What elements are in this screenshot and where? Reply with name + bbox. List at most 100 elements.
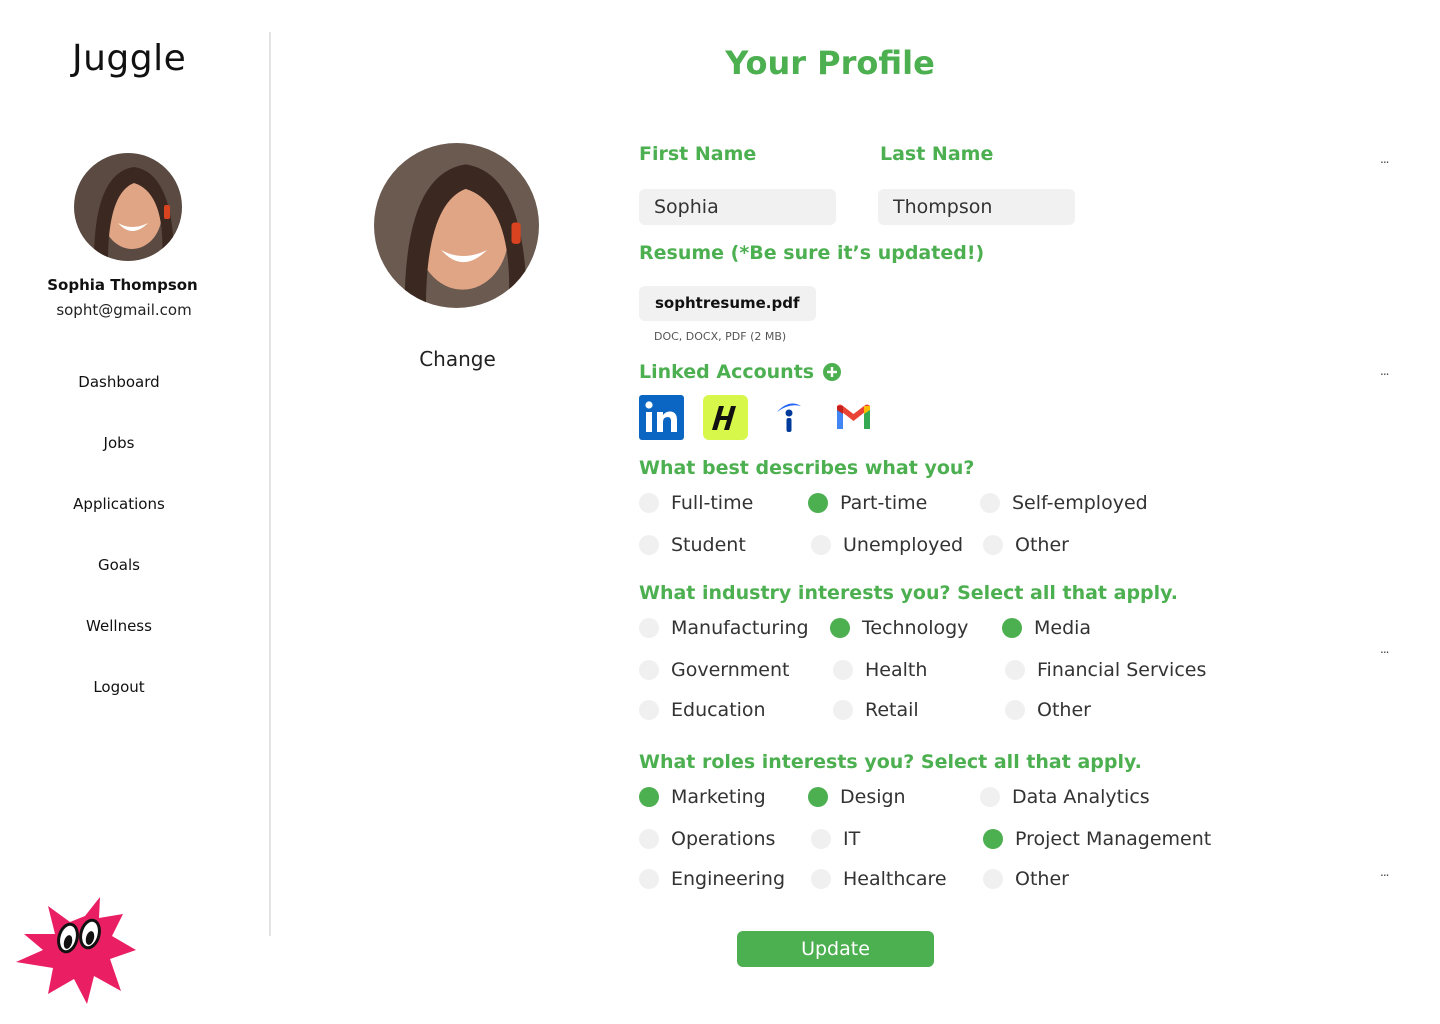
checkbox-icon <box>639 700 659 720</box>
user-name: Sophia Thompson <box>47 276 198 294</box>
radio-icon <box>639 535 659 555</box>
employment-option[interactable]: Part-time <box>808 492 927 514</box>
change-photo-button[interactable]: Change <box>380 347 535 371</box>
industry-option[interactable]: Technology <box>830 617 968 639</box>
role-option[interactable]: Healthcare <box>811 868 947 890</box>
checkbox-icon <box>639 829 659 849</box>
option-label: Health <box>865 659 928 681</box>
nav-goals[interactable]: Goals <box>0 556 238 574</box>
role-option[interactable]: Design <box>808 786 906 808</box>
nav-wellness[interactable]: Wellness <box>0 617 238 635</box>
radio-icon <box>980 493 1000 513</box>
mascot-icon <box>12 876 142 1008</box>
role-option[interactable]: Operations <box>639 828 775 850</box>
checkbox-icon <box>639 660 659 680</box>
checkbox-icon <box>639 618 659 638</box>
nav-jobs[interactable]: Jobs <box>0 434 238 452</box>
industry-option[interactable]: Education <box>639 699 766 721</box>
option-label: Healthcare <box>843 868 947 890</box>
employment-option[interactable]: Student <box>639 534 746 556</box>
page-title: Your Profile <box>725 44 935 82</box>
linkedin-icon[interactable] <box>639 395 684 440</box>
gmail-icon[interactable] <box>831 395 876 440</box>
linked-accounts-label: Linked Accounts <box>639 361 815 383</box>
option-label: Financial Services <box>1037 659 1207 681</box>
linked-accounts-header: Linked Accounts <box>639 361 842 383</box>
nav-dashboard[interactable]: Dashboard <box>0 373 238 391</box>
indeed-icon[interactable] <box>767 395 812 440</box>
option-label: Education <box>671 699 766 721</box>
industry-question: What industry interests you? Select all … <box>639 582 1179 604</box>
checkbox-icon <box>980 787 1000 807</box>
role-option[interactable]: Other <box>983 868 1069 890</box>
option-label: Engineering <box>671 868 785 890</box>
more-menu-button[interactable]: ... <box>1380 152 1390 166</box>
nav-applications[interactable]: Applications <box>0 495 238 513</box>
app-logo: Juggle <box>72 38 187 79</box>
radio-icon <box>811 535 831 555</box>
option-label: Government <box>671 659 790 681</box>
employment-option[interactable]: Self-employed <box>980 492 1148 514</box>
industry-option[interactable]: Manufacturing <box>639 617 809 639</box>
user-email: sopht@gmail.com <box>56 301 192 319</box>
option-label: Marketing <box>671 786 766 808</box>
resume-label: Resume (*Be sure it’s updated!) <box>639 242 985 264</box>
industry-option[interactable]: Other <box>1005 699 1091 721</box>
industry-option[interactable]: Government <box>639 659 790 681</box>
industry-option[interactable]: Health <box>833 659 927 681</box>
last-name-field[interactable] <box>878 189 1075 225</box>
option-label: Media <box>1034 617 1092 639</box>
option-label: Self-employed <box>1012 492 1148 514</box>
employment-question: What best describes what you? <box>639 457 975 479</box>
checkbox-icon <box>1005 660 1025 680</box>
handshake-icon[interactable] <box>703 395 748 440</box>
option-label: Design <box>840 786 906 808</box>
industry-option[interactable]: Media <box>1002 617 1091 639</box>
checkbox-icon <box>830 618 850 638</box>
more-menu-button[interactable]: ... <box>1380 642 1390 656</box>
option-label: Student <box>671 534 746 556</box>
industry-option[interactable]: Retail <box>833 699 919 721</box>
option-label: Part-time <box>840 492 928 514</box>
option-label: Other <box>1015 534 1069 556</box>
checkbox-icon <box>639 869 659 889</box>
avatar <box>74 153 182 261</box>
nav-logout[interactable]: Logout <box>0 678 238 696</box>
option-label: Other <box>1015 868 1069 890</box>
checkbox-icon <box>983 829 1003 849</box>
radio-icon <box>808 493 828 513</box>
employment-option[interactable]: Unemployed <box>811 534 963 556</box>
radio-icon <box>983 535 1003 555</box>
more-menu-button[interactable]: ... <box>1380 364 1390 378</box>
role-option[interactable]: Marketing <box>639 786 766 808</box>
resume-file-button[interactable]: sophtresume.pdf <box>639 286 816 321</box>
add-account-icon[interactable] <box>823 363 842 381</box>
first-name-field[interactable] <box>639 189 836 225</box>
checkbox-icon <box>833 660 853 680</box>
sidebar-divider <box>269 32 271 936</box>
last-name-label: Last Name <box>880 143 994 165</box>
option-label: Unemployed <box>843 534 964 556</box>
role-option[interactable]: Data Analytics <box>980 786 1150 808</box>
checkbox-icon <box>1005 700 1025 720</box>
role-option[interactable]: IT <box>811 828 860 850</box>
checkbox-icon <box>808 787 828 807</box>
employment-option[interactable]: Full-time <box>639 492 753 514</box>
checkbox-icon <box>833 700 853 720</box>
role-option[interactable]: Project Management <box>983 828 1211 850</box>
checkbox-icon <box>1002 618 1022 638</box>
resume-hint: DOC, DOCX, PDF (2 MB) <box>654 330 787 343</box>
checkbox-icon <box>811 869 831 889</box>
checkbox-icon <box>811 829 831 849</box>
option-label: Operations <box>671 828 776 850</box>
employment-option[interactable]: Other <box>983 534 1069 556</box>
profile-photo <box>374 143 539 308</box>
option-label: Data Analytics <box>1012 786 1150 808</box>
first-name-label: First Name <box>639 143 757 165</box>
more-menu-button[interactable]: ... <box>1380 865 1390 879</box>
option-label: Retail <box>865 699 919 721</box>
industry-option[interactable]: Financial Services <box>1005 659 1206 681</box>
checkbox-icon <box>639 787 659 807</box>
update-button[interactable]: Update <box>737 931 934 967</box>
role-option[interactable]: Engineering <box>639 868 785 890</box>
